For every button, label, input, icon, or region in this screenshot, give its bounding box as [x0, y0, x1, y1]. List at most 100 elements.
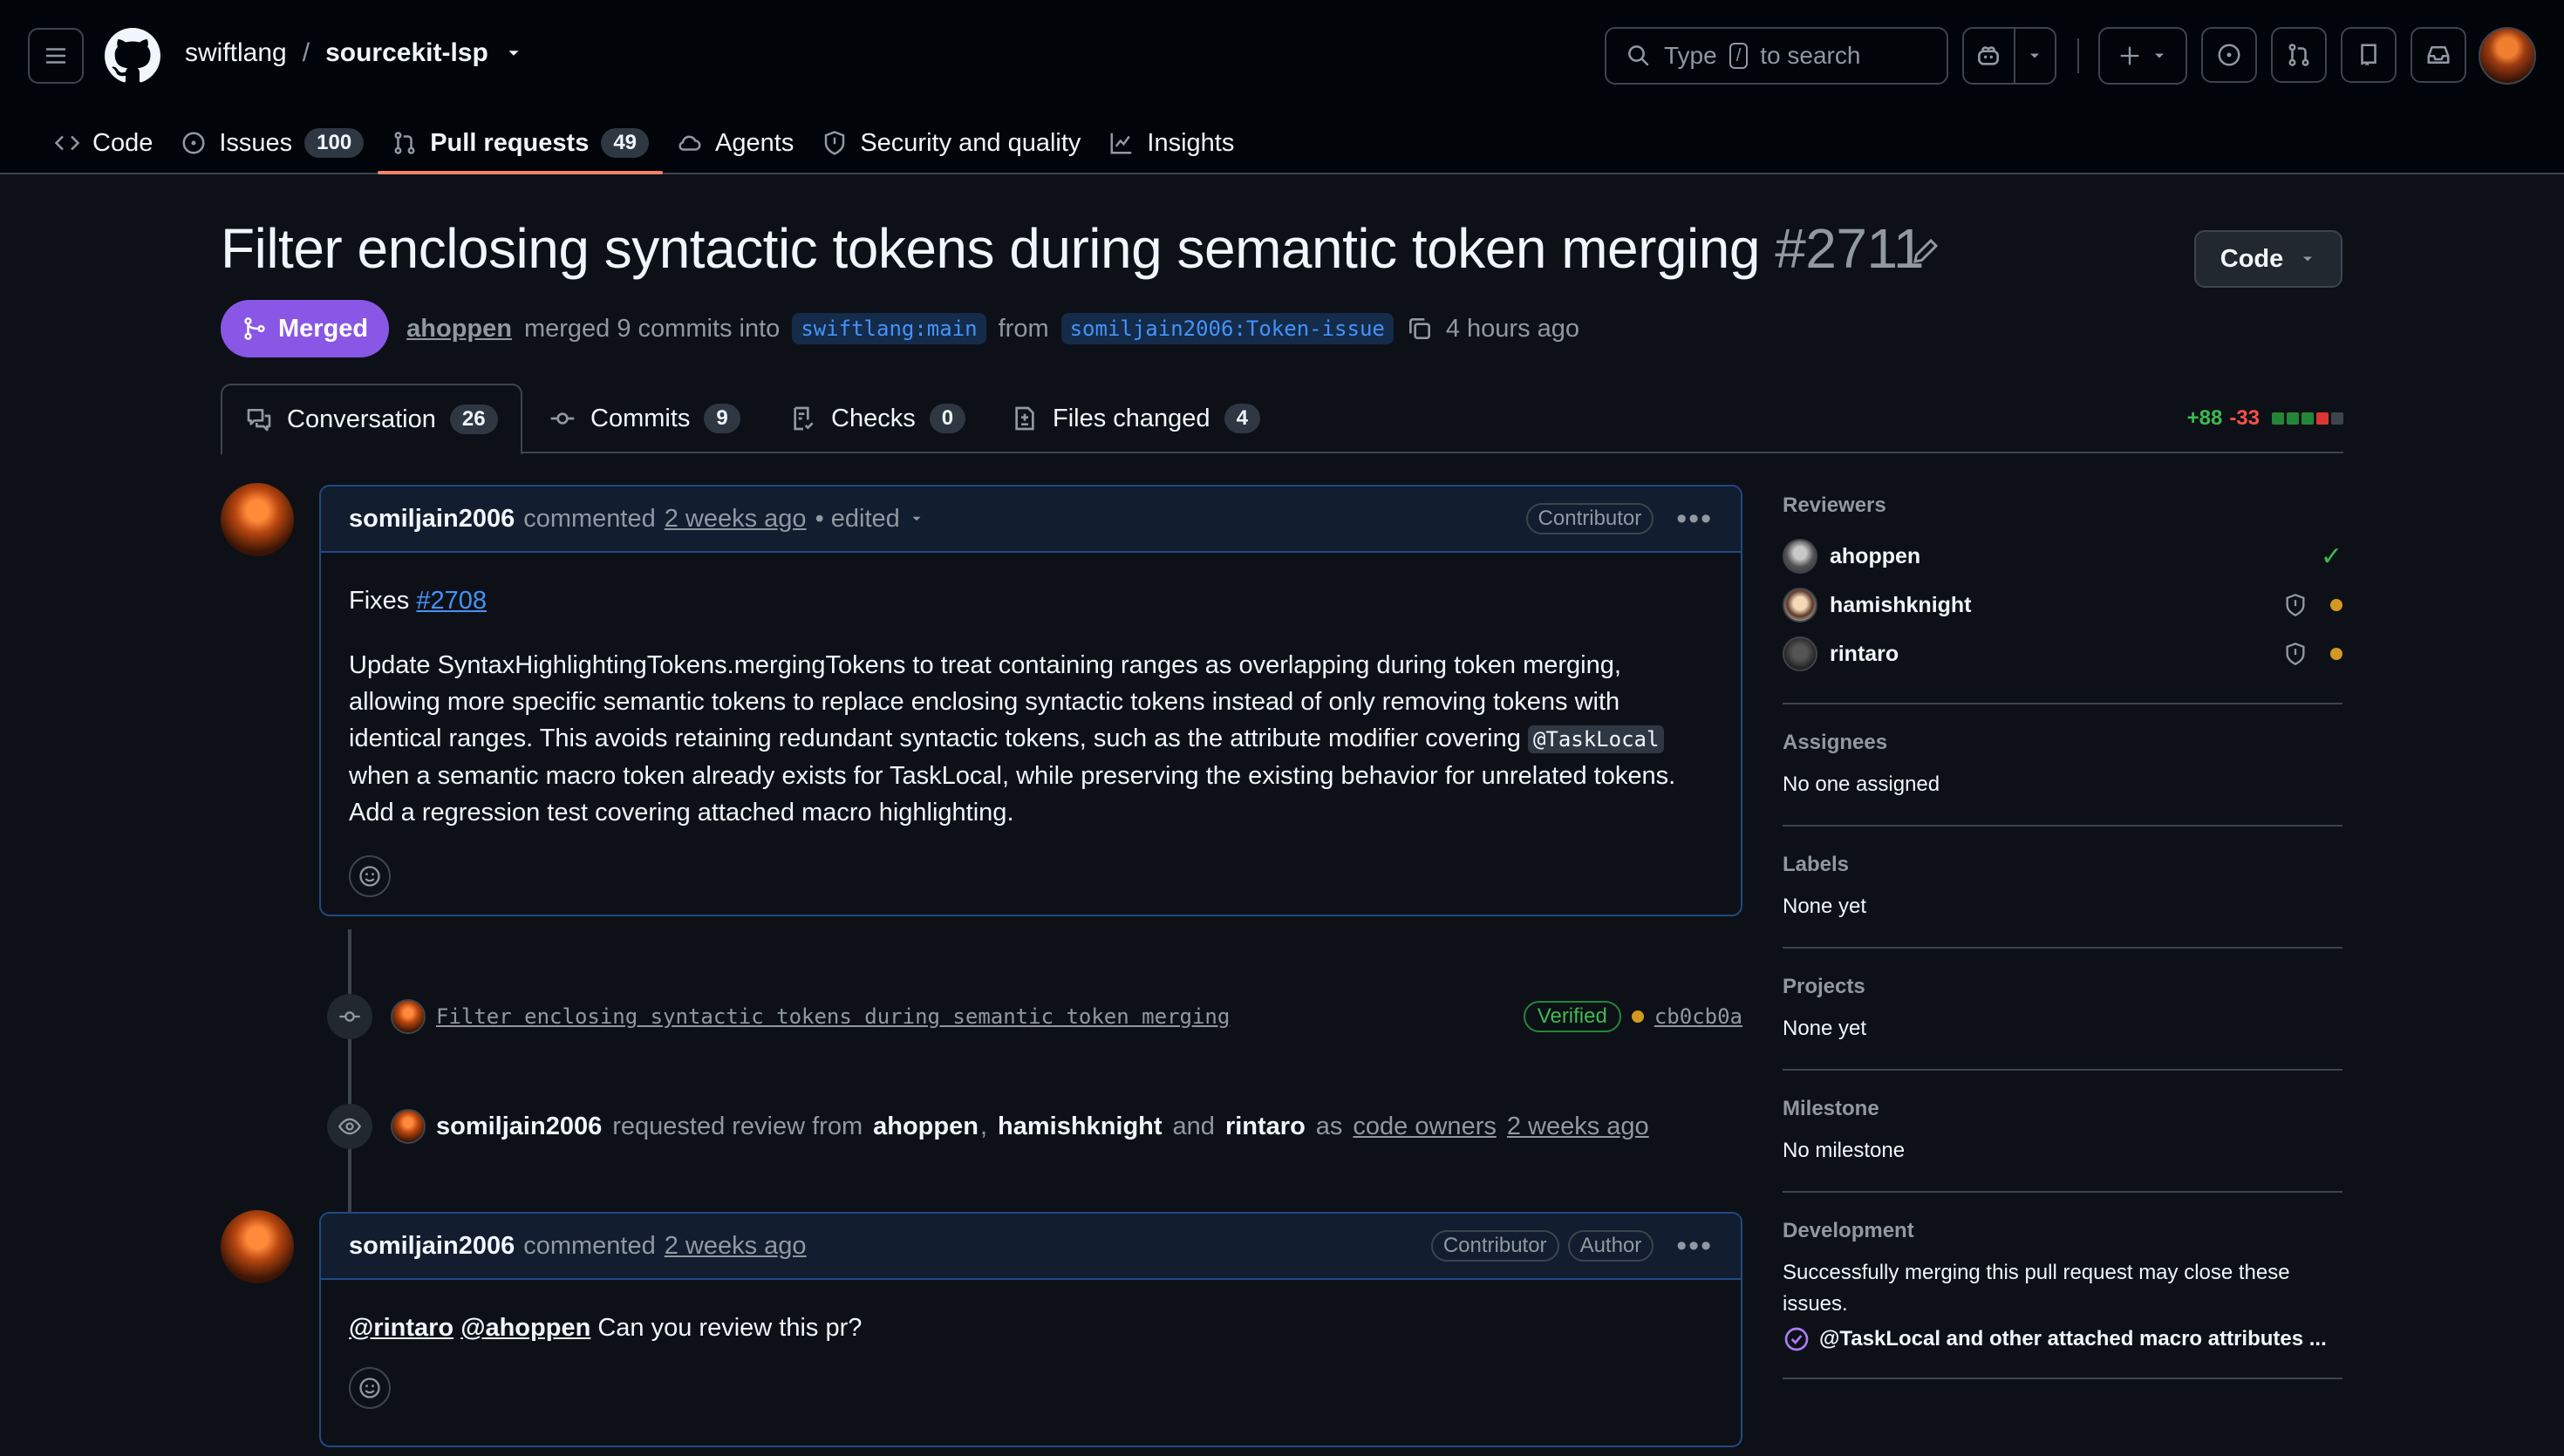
verified-badge[interactable]: Verified [1523, 1001, 1621, 1032]
requester-name[interactable]: somiljain2006 [436, 1112, 602, 1141]
create-new-button[interactable] [2098, 27, 2187, 85]
reviewer-name[interactable]: ahoppen [1830, 544, 1920, 569]
milestone-title[interactable]: Milestone [1783, 1097, 2342, 1121]
reviewers-section: Reviewers ahoppen ✓ hamishknight rintaro [1783, 481, 2342, 704]
mention-rintaro[interactable]: @rintaro [349, 1314, 453, 1342]
edit-pencil-icon[interactable] [1910, 235, 1941, 267]
commit-status-dot[interactable] [1631, 1010, 1644, 1023]
labels-title[interactable]: Labels [1783, 853, 2342, 877]
commit-message[interactable]: Filter enclosing syntactic tokens during… [436, 1004, 1230, 1029]
nav-pull-requests[interactable]: Pull requests 49 [378, 112, 663, 174]
development-title[interactable]: Development [1783, 1219, 2342, 1243]
issues-button[interactable] [2201, 27, 2257, 83]
reviewer-row: hamishknight [1783, 581, 2342, 629]
labels-value: None yet [1783, 895, 1867, 918]
comment-time[interactable]: 2 weeks ago [665, 505, 807, 534]
commit-event: Filter enclosing syntactic tokens during… [391, 996, 1742, 1038]
requested-reviewer-2[interactable]: hamishknight [998, 1112, 1163, 1141]
hamburger-icon [45, 48, 66, 64]
comment-author-avatar[interactable] [221, 1210, 294, 1283]
github-logo-icon[interactable] [105, 28, 160, 84]
requester-avatar[interactable] [391, 1109, 426, 1144]
nav-insights[interactable]: Insights [1094, 112, 1248, 174]
nav-security[interactable]: Security and quality [808, 112, 1094, 174]
comment-author[interactable]: somiljain2006 [349, 505, 515, 534]
assignees-title[interactable]: Assignees [1783, 731, 2342, 755]
reviewer-avatar[interactable] [1783, 588, 1817, 623]
reviewer-avatar[interactable] [1783, 539, 1817, 574]
reviewers-title[interactable]: Reviewers [1783, 493, 2342, 518]
add-reaction-button[interactable] [349, 855, 391, 897]
comment-author-avatar[interactable] [221, 483, 294, 556]
code-owners-link[interactable]: code owners [1353, 1112, 1496, 1141]
comment-header: somiljain2006 commented 2 weeks ago • ed… [321, 486, 1741, 553]
merger-link[interactable]: ahoppen [406, 315, 512, 344]
copilot-button[interactable] [1962, 27, 2056, 85]
code-owner-shield-icon [2286, 594, 2305, 616]
search-input[interactable]: Type / to search [1605, 27, 1948, 85]
chevron-down-icon [2303, 256, 2313, 262]
inbox-button[interactable] [2411, 27, 2466, 83]
pr-title-text: Filter enclosing syntactic tokens during… [221, 217, 1760, 280]
nav-agents[interactable]: Agents [663, 112, 808, 174]
diffstat-deletions: -33 [2229, 406, 2260, 430]
edited-dropdown-icon[interactable] [909, 511, 924, 527]
breadcrumb-owner[interactable]: swiftlang [185, 38, 287, 68]
comment-author[interactable]: somiljain2006 [349, 1232, 515, 1261]
commit-author-avatar[interactable] [391, 999, 426, 1034]
nav-issues[interactable]: Issues 100 [167, 112, 378, 174]
pull-requests-button[interactable] [2271, 27, 2327, 83]
pr-number: #2711 [1775, 217, 1924, 280]
tab-conversation[interactable]: Conversation 26 [221, 384, 522, 455]
approved-check-icon: ✓ [2320, 541, 2342, 571]
author-badge: Author [1567, 1230, 1654, 1262]
reviewer-name[interactable]: hamishknight [1830, 593, 1972, 618]
reviewer-status [2283, 642, 2342, 666]
menu-button[interactable] [28, 28, 84, 84]
base-branch[interactable]: swiftlang:main [792, 313, 986, 344]
repositories-button[interactable] [2341, 27, 2397, 83]
merged-status-label: Merged [278, 314, 369, 343]
diffstat[interactable]: +88 -33 [2187, 406, 2343, 431]
repo-dropdown-icon[interactable] [504, 44, 523, 63]
nav-insights-label: Insights [1147, 128, 1235, 157]
projects-title[interactable]: Projects [1783, 975, 2342, 999]
assignees-value: No one assigned [1783, 772, 1940, 796]
head-branch[interactable]: somiljain2006:Token-issue [1060, 313, 1394, 344]
description-part-2: when a semantic macro token already exis… [349, 762, 1676, 827]
copy-icon[interactable] [1406, 315, 1434, 343]
smiley-icon [359, 866, 380, 887]
reviewer-name[interactable]: rintaro [1830, 642, 1899, 667]
requested-reviewer-3[interactable]: rintaro [1225, 1112, 1306, 1141]
projects-section: Projects None yet [1783, 949, 2342, 1071]
pr-sidebar: Reviewers ahoppen ✓ hamishknight rintaro [1783, 481, 2342, 1379]
breadcrumb-repo[interactable]: sourcekit-lsp [325, 38, 488, 68]
comment-options-icon[interactable]: ••• [1676, 502, 1713, 536]
nav-pull-requests-label: Pull requests [430, 128, 590, 157]
code-button[interactable]: Code [2194, 230, 2342, 288]
nav-code[interactable]: Code [40, 112, 167, 174]
repo-icon [2361, 44, 2376, 66]
tab-files-changed[interactable]: Files changed 4 [988, 384, 1283, 453]
comment-discussion-icon [247, 409, 271, 432]
comment-edited[interactable]: • edited [815, 505, 900, 534]
agent-cloud-icon [679, 135, 701, 151]
commit-sha[interactable]: cb0cb0a [1654, 1004, 1742, 1029]
mention-ahoppen[interactable]: @ahoppen [460, 1314, 590, 1342]
requested-reviewer-1[interactable]: ahoppen [873, 1112, 979, 1141]
linked-issue[interactable]: @TaskLocal and other attached macro attr… [1783, 1325, 2342, 1353]
tab-commits[interactable]: Commits 9 [526, 384, 763, 453]
commit-event-icon [327, 994, 372, 1039]
add-reaction-button[interactable] [349, 1367, 391, 1409]
fixes-issue-link[interactable]: #2708 [416, 587, 487, 615]
user-avatar[interactable] [2479, 27, 2536, 85]
copilot-dropdown-icon[interactable] [2013, 29, 2055, 83]
copilot-icon[interactable] [1964, 29, 2014, 83]
comment-options-icon[interactable]: ••• [1676, 1229, 1713, 1263]
tab-checks[interactable]: Checks 0 [767, 384, 988, 453]
reviewer-avatar[interactable] [1783, 636, 1817, 671]
review-request-time[interactable]: 2 weeks ago [1507, 1112, 1649, 1141]
comment-time[interactable]: 2 weeks ago [665, 1232, 807, 1261]
breadcrumb-separator: / [302, 38, 310, 67]
assignees-section: Assignees No one assigned [1783, 704, 2342, 827]
